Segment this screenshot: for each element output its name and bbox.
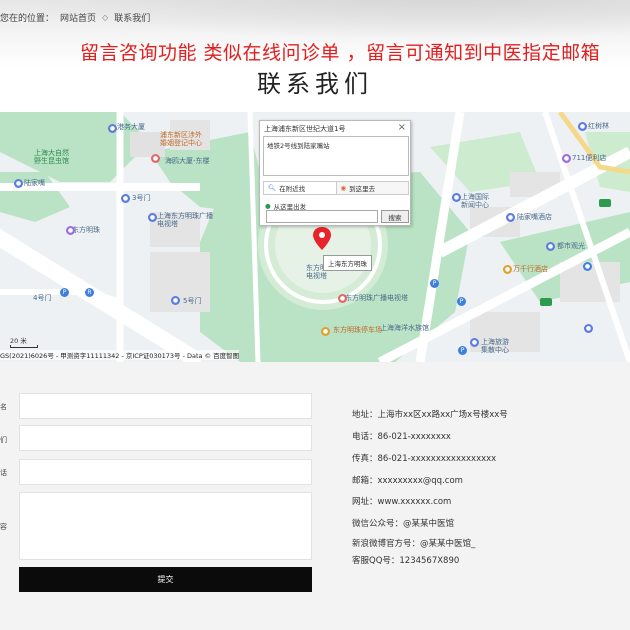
parking-icon[interactable]: R (85, 288, 94, 297)
info-window-text: 地铁2号线到陆家嘴站 (263, 136, 409, 176)
poi-label[interactable]: 都市观光 (557, 242, 585, 250)
poi-label[interactable]: 4号门 (33, 294, 51, 302)
poi-marker-icon[interactable]: ● (14, 179, 23, 188)
tab-go-here[interactable]: ◉ 到这里去 (335, 182, 408, 194)
contact-address: 地址：上海市xx区xx路xx广场x号楼xx号 (352, 410, 508, 420)
parking-icon[interactable]: P (430, 279, 439, 288)
poi-marker-icon[interactable]: ● (546, 242, 555, 251)
marker-label: 上海东方明珠 (323, 255, 372, 271)
start-point-icon: ● (265, 202, 271, 210)
form-label-contact: 们 (0, 436, 7, 444)
poi-marker-icon[interactable]: ● (321, 327, 330, 336)
submit-button[interactable]: 提交 (19, 567, 312, 592)
poi-marker-icon[interactable]: ● (470, 338, 479, 347)
breadcrumb-home-link[interactable]: 网站首页 (60, 11, 96, 24)
location-marker-icon[interactable] (312, 226, 332, 252)
page-header: 您在的位置： 网站首页 ◇ 联系我们 留言咨询功能 类似在线问诊单 ，留言可通知… (0, 0, 630, 112)
poi-marker-icon[interactable]: ● (151, 154, 160, 163)
form-label-phone: 话 (0, 469, 7, 477)
parking-icon[interactable]: P (60, 288, 69, 297)
notice-text: 留言咨询功能 类似在线问诊单 ，留言可通知到中医指定邮箱 (80, 42, 601, 64)
poi-label[interactable]: 陆家嘴酒店 (517, 213, 552, 221)
map-scale-label: 20 米 (10, 337, 27, 345)
poi-label[interactable]: 上海大自然 野生昆虫馆 (34, 149, 69, 165)
poi-label[interactable]: 上海旅游 集散中心 (481, 338, 509, 354)
breadcrumb-prefix: 您在的位置： (0, 14, 55, 24)
poi-label[interactable]: 海鸥大厦-东楼 (165, 157, 210, 165)
map-widget[interactable]: 港务大厦 浦东新区涉外 婚姻登记中心 上海大自然 野生昆虫馆 海鸥大厦-东楼 陆家嘴… (0, 112, 630, 362)
search-icon: 🔍︎ (268, 184, 277, 192)
contact-qq: 客服QQ号：1234567X890 (352, 556, 460, 566)
poi-label[interactable]: 上海东方明珠广播 电视塔 (157, 212, 213, 228)
page-title: 联系我们 (257, 70, 373, 98)
poi-label[interactable]: 东方明珠停车场 (333, 326, 382, 334)
poi-label[interactable]: 上海国际 新闻中心 (461, 193, 489, 209)
route-search-input[interactable] (266, 210, 378, 223)
contact-phone: 电话：86-021-xxxxxxxx (352, 432, 451, 442)
tab-nearby[interactable]: 🔍︎ 在附近找 (264, 182, 336, 194)
contact-fax: 传真：86-021-xxxxxxxxxxxxxxxxx (352, 454, 497, 464)
breadcrumb-current[interactable]: 联系我们 (114, 11, 150, 24)
message-textarea[interactable] (19, 492, 312, 560)
breadcrumb: 您在的位置： 网站首页 ◇ 联系我们 (0, 11, 150, 24)
info-window-tabs: 🔍︎ 在附近找 ◉ 到这里去 (263, 181, 409, 195)
breadcrumb-separator-icon: ◇ (102, 13, 109, 22)
contact-input[interactable] (19, 425, 312, 451)
contact-wechat: 微信公众号：@某某中医馆 (352, 519, 455, 529)
poi-marker-icon[interactable]: ● (171, 296, 180, 305)
road-sign-icon (540, 298, 552, 306)
tab-go-here-label: 到这里去 (349, 185, 376, 193)
poi-marker-icon[interactable]: ● (338, 294, 347, 303)
form-label-name: 名 (0, 403, 7, 411)
map-copyright: GS(2021)6026号 - 甲测资字11111342 - 京ICP证0301… (0, 350, 240, 360)
contact-website[interactable]: 网址：www.xxxxxx.com (352, 495, 451, 507)
poi-marker-icon[interactable]: ● (121, 194, 130, 203)
route-icon: ◉ (340, 184, 347, 192)
form-label-message: 容 (0, 523, 7, 531)
poi-label[interactable]: 上海海洋水族馆 (380, 324, 429, 332)
road-sign-icon (599, 199, 611, 207)
poi-label[interactable]: 东方明珠 (72, 226, 100, 234)
name-input[interactable] (19, 393, 312, 419)
map-scale-bar (10, 345, 38, 348)
subway-icon[interactable]: ● (583, 262, 592, 271)
close-icon[interactable]: × (398, 122, 406, 133)
parking-icon[interactable]: P (458, 346, 467, 355)
poi-label[interactable]: 东方明珠广播电视塔 (345, 294, 408, 302)
contact-email: 邮箱：xxxxxxxxx@qq.com (352, 476, 463, 486)
contact-section: 名 们 话 容 提交 地址：上海市xx区xx路xx广场x号楼xx号 电话：86-… (0, 362, 630, 630)
poi-label[interactable]: 港务大厦 (117, 123, 145, 131)
poi-marker-icon[interactable]: ● (503, 265, 512, 274)
phone-input[interactable] (19, 459, 312, 485)
poi-label[interactable]: 3号门 (132, 194, 150, 202)
poi-label[interactable]: 陆家嘴 (24, 179, 45, 187)
info-window-title: 上海浦东新区世纪大道1号 (264, 125, 346, 133)
poi-label[interactable]: 711便利店 (572, 154, 606, 162)
tab-nearby-label: 在附近找 (279, 185, 306, 193)
poi-marker-icon[interactable]: ● (66, 226, 75, 235)
poi-marker-icon[interactable]: ● (148, 213, 157, 222)
contact-weibo: 新浪微博官方号：@某某中医馆_ (352, 539, 476, 549)
poi-label[interactable]: 红树林 (588, 122, 609, 130)
poi-marker-icon[interactable]: ● (506, 213, 515, 222)
poi-label[interactable]: 浦东新区涉外 婚姻登记中心 (160, 131, 202, 147)
poi-marker-icon[interactable]: ● (452, 193, 461, 202)
poi-marker-icon[interactable]: ● (562, 154, 571, 163)
poi-marker-icon[interactable]: ● (584, 324, 593, 333)
parking-icon[interactable]: P (457, 297, 466, 306)
poi-label[interactable]: 5号门 (183, 297, 201, 305)
poi-marker-icon[interactable]: ● (578, 122, 587, 131)
route-search-button[interactable]: 搜索 (381, 210, 409, 223)
poi-label[interactable]: 万千行酒店 (513, 265, 548, 273)
poi-marker-icon[interactable]: ● (108, 124, 117, 133)
